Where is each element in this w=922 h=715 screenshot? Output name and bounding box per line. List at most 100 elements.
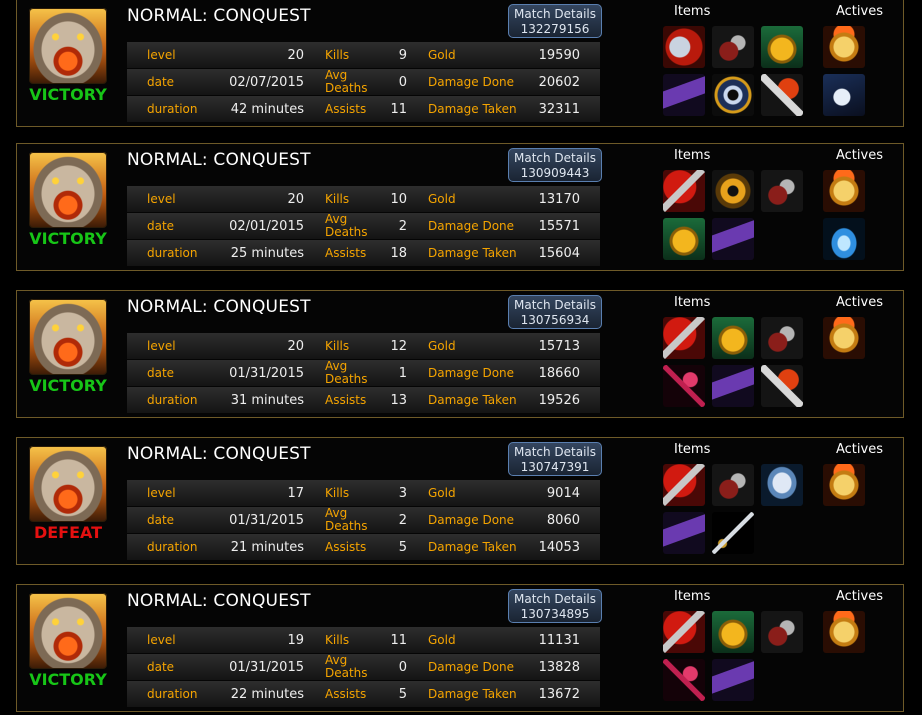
stats-row: level 17 Kills 3 Gold 9014 (127, 480, 600, 506)
assists-value: 5 (398, 540, 407, 555)
deaths-value: 0 (398, 660, 407, 675)
deaths-label: Deaths (325, 81, 368, 95)
robe-icon[interactable] (712, 659, 754, 701)
ring-icon[interactable] (823, 218, 865, 260)
scythe-icon[interactable] (663, 464, 705, 506)
deaths-label: Deaths (325, 225, 368, 239)
sword-icon[interactable] (712, 512, 754, 554)
match-id: 130747391 (520, 460, 590, 474)
match-result: VICTORY (29, 85, 107, 104)
armor-icon[interactable] (761, 26, 803, 68)
duration-value: 25 minutes (230, 246, 304, 261)
kills-value: 3 (398, 486, 407, 501)
mask-icon[interactable] (823, 611, 865, 653)
kills-value: 10 (390, 192, 407, 207)
boots-icon[interactable] (712, 26, 754, 68)
damage-taken-label: Damage Taken (428, 540, 517, 554)
helm-icon[interactable] (761, 464, 803, 506)
items-header: Items (674, 4, 711, 19)
deaths-value: 0 (398, 75, 407, 90)
boots-icon[interactable] (761, 611, 803, 653)
winged-boot-icon[interactable] (823, 74, 865, 116)
eye-icon[interactable] (712, 170, 754, 212)
hammer-icon[interactable] (761, 74, 803, 116)
match-card: VICTORY NORMAL: CONQUEST Match Details 1… (16, 584, 904, 712)
stats-row: level 20 Kills 9 Gold 19590 (127, 42, 600, 68)
armor-icon[interactable] (712, 611, 754, 653)
damage-taken-value: 32311 (538, 102, 580, 117)
stats-row: date 01/31/2015 Avg Deaths 1 Damage Done … (127, 360, 600, 386)
god-portrait (29, 152, 107, 228)
items-header: Items (674, 295, 711, 310)
staff-icon[interactable] (663, 365, 705, 407)
boots-icon[interactable] (712, 464, 754, 506)
damage-done-label: Damage Done (428, 513, 515, 527)
hammer-icon[interactable] (761, 365, 803, 407)
kills-value: 12 (390, 339, 407, 354)
scythe-icon[interactable] (663, 170, 705, 212)
match-details-button[interactable]: Match Details 130734895 (508, 589, 602, 623)
mask-icon[interactable] (823, 26, 865, 68)
deaths-label: Deaths (325, 372, 368, 386)
robe-icon[interactable] (663, 74, 705, 116)
assists-label: Assists (325, 246, 367, 260)
armor-icon[interactable] (663, 218, 705, 260)
avg-deaths-label: Avg Deaths (325, 360, 368, 386)
match-id: 130909443 (520, 166, 590, 180)
level-label: level (147, 633, 176, 647)
mask-icon[interactable] (823, 317, 865, 359)
match-details-button[interactable]: Match Details 130909443 (508, 148, 602, 182)
damage-done-label: Damage Done (428, 366, 515, 380)
duration-label: duration (147, 540, 198, 554)
damage-done-label: Damage Done (428, 660, 515, 674)
date-value: 01/31/2015 (229, 513, 304, 528)
actives-header: Actives (836, 295, 883, 310)
match-id: 130734895 (520, 607, 590, 621)
robe-icon[interactable] (663, 512, 705, 554)
kills-value: 9 (398, 48, 407, 63)
level-label: level (147, 486, 176, 500)
deaths-label: Deaths (325, 519, 368, 533)
date-value: 01/31/2015 (229, 660, 304, 675)
armor-icon[interactable] (712, 317, 754, 359)
stats-row: level 19 Kills 11 Gold 11131 (127, 627, 600, 653)
scythe-icon[interactable] (663, 317, 705, 359)
gold-value: 13170 (538, 192, 580, 207)
gold-label: Gold (428, 48, 456, 62)
mask-icon[interactable] (823, 464, 865, 506)
scythe-icon[interactable] (663, 611, 705, 653)
mask-icon[interactable] (823, 170, 865, 212)
match-card: VICTORY NORMAL: CONQUEST Match Details 1… (16, 0, 904, 127)
match-details-button[interactable]: Match Details 130756934 (508, 295, 602, 329)
match-id: 130756934 (520, 313, 590, 327)
assists-label: Assists (325, 540, 367, 554)
stats-row: date 01/31/2015 Avg Deaths 0 Damage Done … (127, 654, 600, 680)
items-header: Items (674, 148, 711, 163)
boots-icon[interactable] (761, 170, 803, 212)
axe-icon[interactable] (663, 26, 705, 68)
deaths-value: 1 (398, 366, 407, 381)
game-mode-title: NORMAL: CONQUEST (127, 6, 311, 26)
robe-icon[interactable] (712, 365, 754, 407)
actives-header: Actives (836, 589, 883, 604)
staff-icon[interactable] (663, 659, 705, 701)
stats-row: duration 21 minutes Assists 5 Damage Tak… (127, 534, 600, 560)
boots-icon[interactable] (761, 317, 803, 359)
robe-icon[interactable] (712, 218, 754, 260)
stats-table: level 20 Kills 12 Gold 15713 date 01/31/… (127, 333, 600, 414)
god-portrait (29, 8, 107, 84)
date-label: date (147, 513, 175, 527)
shield-icon[interactable] (712, 74, 754, 116)
match-details-button[interactable]: Match Details 132279156 (508, 4, 602, 38)
damage-done-value: 8060 (546, 513, 580, 528)
duration-label: duration (147, 102, 198, 116)
gold-value: 19590 (538, 48, 580, 63)
level-value: 20 (287, 339, 304, 354)
level-value: 19 (287, 633, 304, 648)
kills-label: Kills (325, 48, 350, 62)
match-details-button[interactable]: Match Details 130747391 (508, 442, 602, 476)
level-label: level (147, 48, 176, 62)
duration-value: 42 minutes (230, 102, 304, 117)
stats-table: level 19 Kills 11 Gold 11131 date 01/31/… (127, 627, 600, 708)
avg-deaths-label: Avg Deaths (325, 654, 368, 680)
